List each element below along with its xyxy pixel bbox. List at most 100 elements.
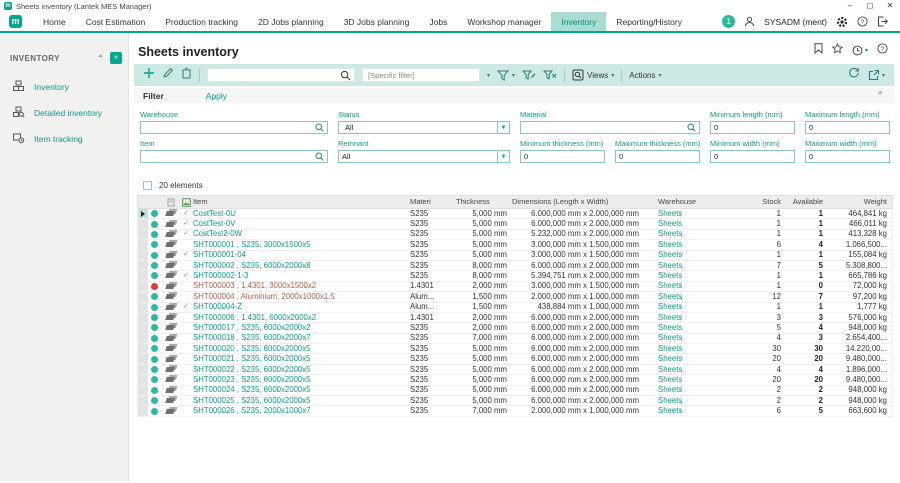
row-selector[interactable] <box>138 365 148 374</box>
row-selector[interactable] <box>138 219 148 228</box>
row-selector[interactable] <box>138 261 148 270</box>
row-selector[interactable] <box>138 209 148 218</box>
row-selector[interactable] <box>138 271 148 280</box>
username-label[interactable]: SYSADM (ment) <box>764 17 827 27</box>
edit-filter-button[interactable] <box>522 70 536 81</box>
favorite-star-icon[interactable] <box>832 41 843 59</box>
row-selector[interactable] <box>138 406 148 415</box>
close-button[interactable]: ✕ <box>880 0 900 12</box>
min-length-input[interactable] <box>711 123 794 132</box>
min-length-field[interactable] <box>710 121 795 134</box>
table-row[interactable]: SHT000018 , S235, 6000x2000x7S2357,000 m… <box>137 334 893 344</box>
max-thickness-field[interactable] <box>615 150 700 163</box>
table-row[interactable]: SHT000025 , S235, 6000x2000x5S2355,000 m… <box>137 396 893 406</box>
column-header-warehouse[interactable]: Warehouse <box>644 197 748 207</box>
item-name-link[interactable]: SHT000004 , Aluminium, 2000x1000x1.5 <box>193 292 410 302</box>
table-row[interactable]: ✓CostTest-0US2355,000 mm6.000,000 mm x 2… <box>137 209 893 219</box>
menu-item-production-tracking[interactable]: Production tracking <box>155 12 248 31</box>
row-selector[interactable] <box>138 375 148 384</box>
row-selector[interactable] <box>138 334 148 343</box>
history-clock-icon[interactable]: ▾ <box>852 45 868 56</box>
column-header-dimensions[interactable]: Dimensions (Length x Width) <box>512 197 644 207</box>
table-row[interactable]: SHT000004 , Aluminium, 2000x1000x1.5Alum… <box>137 292 893 302</box>
warehouse-link[interactable]: Sheets <box>644 354 748 364</box>
warehouse-link[interactable]: Sheets <box>644 302 748 312</box>
material-input[interactable] <box>521 123 687 132</box>
table-row[interactable]: SHT000026 , S235, 2000x1000x7S2357,000 m… <box>137 406 893 416</box>
menu-item-reporting-history[interactable]: Reporting/History <box>606 12 692 31</box>
warehouse-link[interactable]: Sheets <box>644 313 748 323</box>
item-name-link[interactable]: SHT000025 , S235, 6000x2000x5 <box>193 396 410 406</box>
warehouse-link[interactable]: Sheets <box>644 219 748 229</box>
item-name-link[interactable]: CostTest-0V <box>193 219 410 229</box>
row-selector[interactable] <box>138 396 148 405</box>
help-icon[interactable]: ? <box>857 16 868 27</box>
row-selector[interactable] <box>138 230 148 239</box>
gear-icon[interactable] <box>836 16 848 28</box>
page-help-icon[interactable]: ? <box>877 41 888 59</box>
warehouse-link[interactable]: Sheets <box>644 344 748 354</box>
filter-apply-link[interactable]: Apply <box>206 91 227 101</box>
warehouse-link[interactable]: Sheets <box>644 271 748 281</box>
column-header-thickness[interactable]: Thickness <box>456 197 512 207</box>
add-button[interactable] <box>143 66 155 84</box>
item-name-link[interactable]: SHT000006 , 1.4301, 6000x2000x2 <box>193 313 410 323</box>
refresh-icon[interactable] <box>848 66 860 84</box>
export-button[interactable]: ▾ <box>868 69 885 81</box>
delete-button[interactable] <box>181 66 192 84</box>
max-length-field[interactable] <box>805 121 890 134</box>
row-selector[interactable] <box>138 354 148 363</box>
table-row[interactable]: ✓CostTest-0VS2355,000 mm6.000,000 mm x 2… <box>137 219 893 229</box>
item-name-link[interactable]: CostTest-0U <box>193 209 410 219</box>
row-selector[interactable] <box>138 323 148 332</box>
column-header-available[interactable]: Available <box>786 197 828 207</box>
maximize-button[interactable]: ◻ <box>860 0 880 12</box>
warehouse-link[interactable]: Sheets <box>644 375 748 385</box>
sidebar-item-inventory[interactable]: Inventory <box>0 74 128 100</box>
select-all-checkbox[interactable] <box>143 181 152 190</box>
item-name-link[interactable]: SHT000024 , S235, 6000x2000x5 <box>193 385 410 395</box>
item-name-link[interactable]: SHT000022 , S235, 6000x2000x5 <box>193 365 410 375</box>
table-row[interactable]: SHT000021 , S235, 6000x2000x5S2355,000 m… <box>137 354 893 364</box>
item-name-link[interactable]: SHT000002-1-3 <box>193 271 410 281</box>
warehouse-link[interactable]: Sheets <box>644 261 748 271</box>
warehouse-link[interactable]: Sheets <box>644 292 748 302</box>
remnant-dropdown-icon[interactable]: ▼ <box>497 151 509 162</box>
table-row[interactable]: SHT000006 , 1.4301, 6000x2000x21.43012,0… <box>137 313 893 323</box>
actions-button[interactable]: Actions ▾ <box>629 71 661 80</box>
row-selector[interactable] <box>138 240 148 249</box>
column-header-stock[interactable]: Stock <box>748 197 786 207</box>
warehouse-input[interactable] <box>141 123 315 132</box>
row-selector[interactable] <box>138 303 148 312</box>
warehouse-link[interactable]: Sheets <box>644 209 748 219</box>
table-row[interactable]: ✓CostTest2-0WS2355,000 mm5.232,000 mm x … <box>137 230 893 240</box>
warehouse-link[interactable]: Sheets <box>644 250 748 260</box>
clear-filter-button[interactable] <box>543 70 557 81</box>
remnant-select[interactable]: ▼ <box>338 150 510 163</box>
quick-search-box[interactable] <box>207 68 355 82</box>
item-name-link[interactable]: SHT000026 , S235, 2000x1000x7 <box>193 406 410 416</box>
min-thickness-input[interactable] <box>521 152 604 161</box>
sidebar-item-detailed-inventory[interactable]: Detailed inventory <box>0 100 128 126</box>
warehouse-link[interactable]: Sheets <box>644 281 748 291</box>
edit-button[interactable] <box>162 66 174 84</box>
row-selector[interactable] <box>138 292 148 301</box>
column-header-item[interactable]: Item <box>193 197 410 207</box>
max-thickness-input[interactable] <box>616 152 699 161</box>
menu-item-2d-jobs-planning[interactable]: 2D Jobs planning <box>248 12 334 31</box>
min-thickness-field[interactable] <box>520 150 605 163</box>
table-row[interactable]: ✓SHT000001-04S2355,000 mm3.000,000 mm x … <box>137 251 893 261</box>
table-row[interactable]: SHT000020 , S235, 6000x2000x5S2355,000 m… <box>137 344 893 354</box>
notification-badge[interactable]: 1 <box>722 15 735 28</box>
warehouse-link[interactable]: Sheets <box>644 333 748 343</box>
item-name-link[interactable]: SHT000002 , S235, 6000x2000x8 <box>193 261 410 271</box>
minimize-button[interactable]: – <box>840 0 860 12</box>
specific-filter-caret-icon[interactable]: ▾ <box>487 72 490 79</box>
item-name-link[interactable]: SHT000003 , 1.4301, 3000x1500x2 <box>193 281 410 291</box>
views-button[interactable]: Views ▾ <box>572 69 614 81</box>
bookmark-icon[interactable] <box>814 41 823 59</box>
column-header-weight[interactable]: Weight <box>828 197 892 207</box>
filter-dropdown-button[interactable]: ▾ <box>497 70 515 81</box>
item-name-link[interactable]: SHT000018 , S235, 6000x2000x7 <box>193 333 410 343</box>
menu-item-inventory[interactable]: Inventory <box>551 12 606 31</box>
